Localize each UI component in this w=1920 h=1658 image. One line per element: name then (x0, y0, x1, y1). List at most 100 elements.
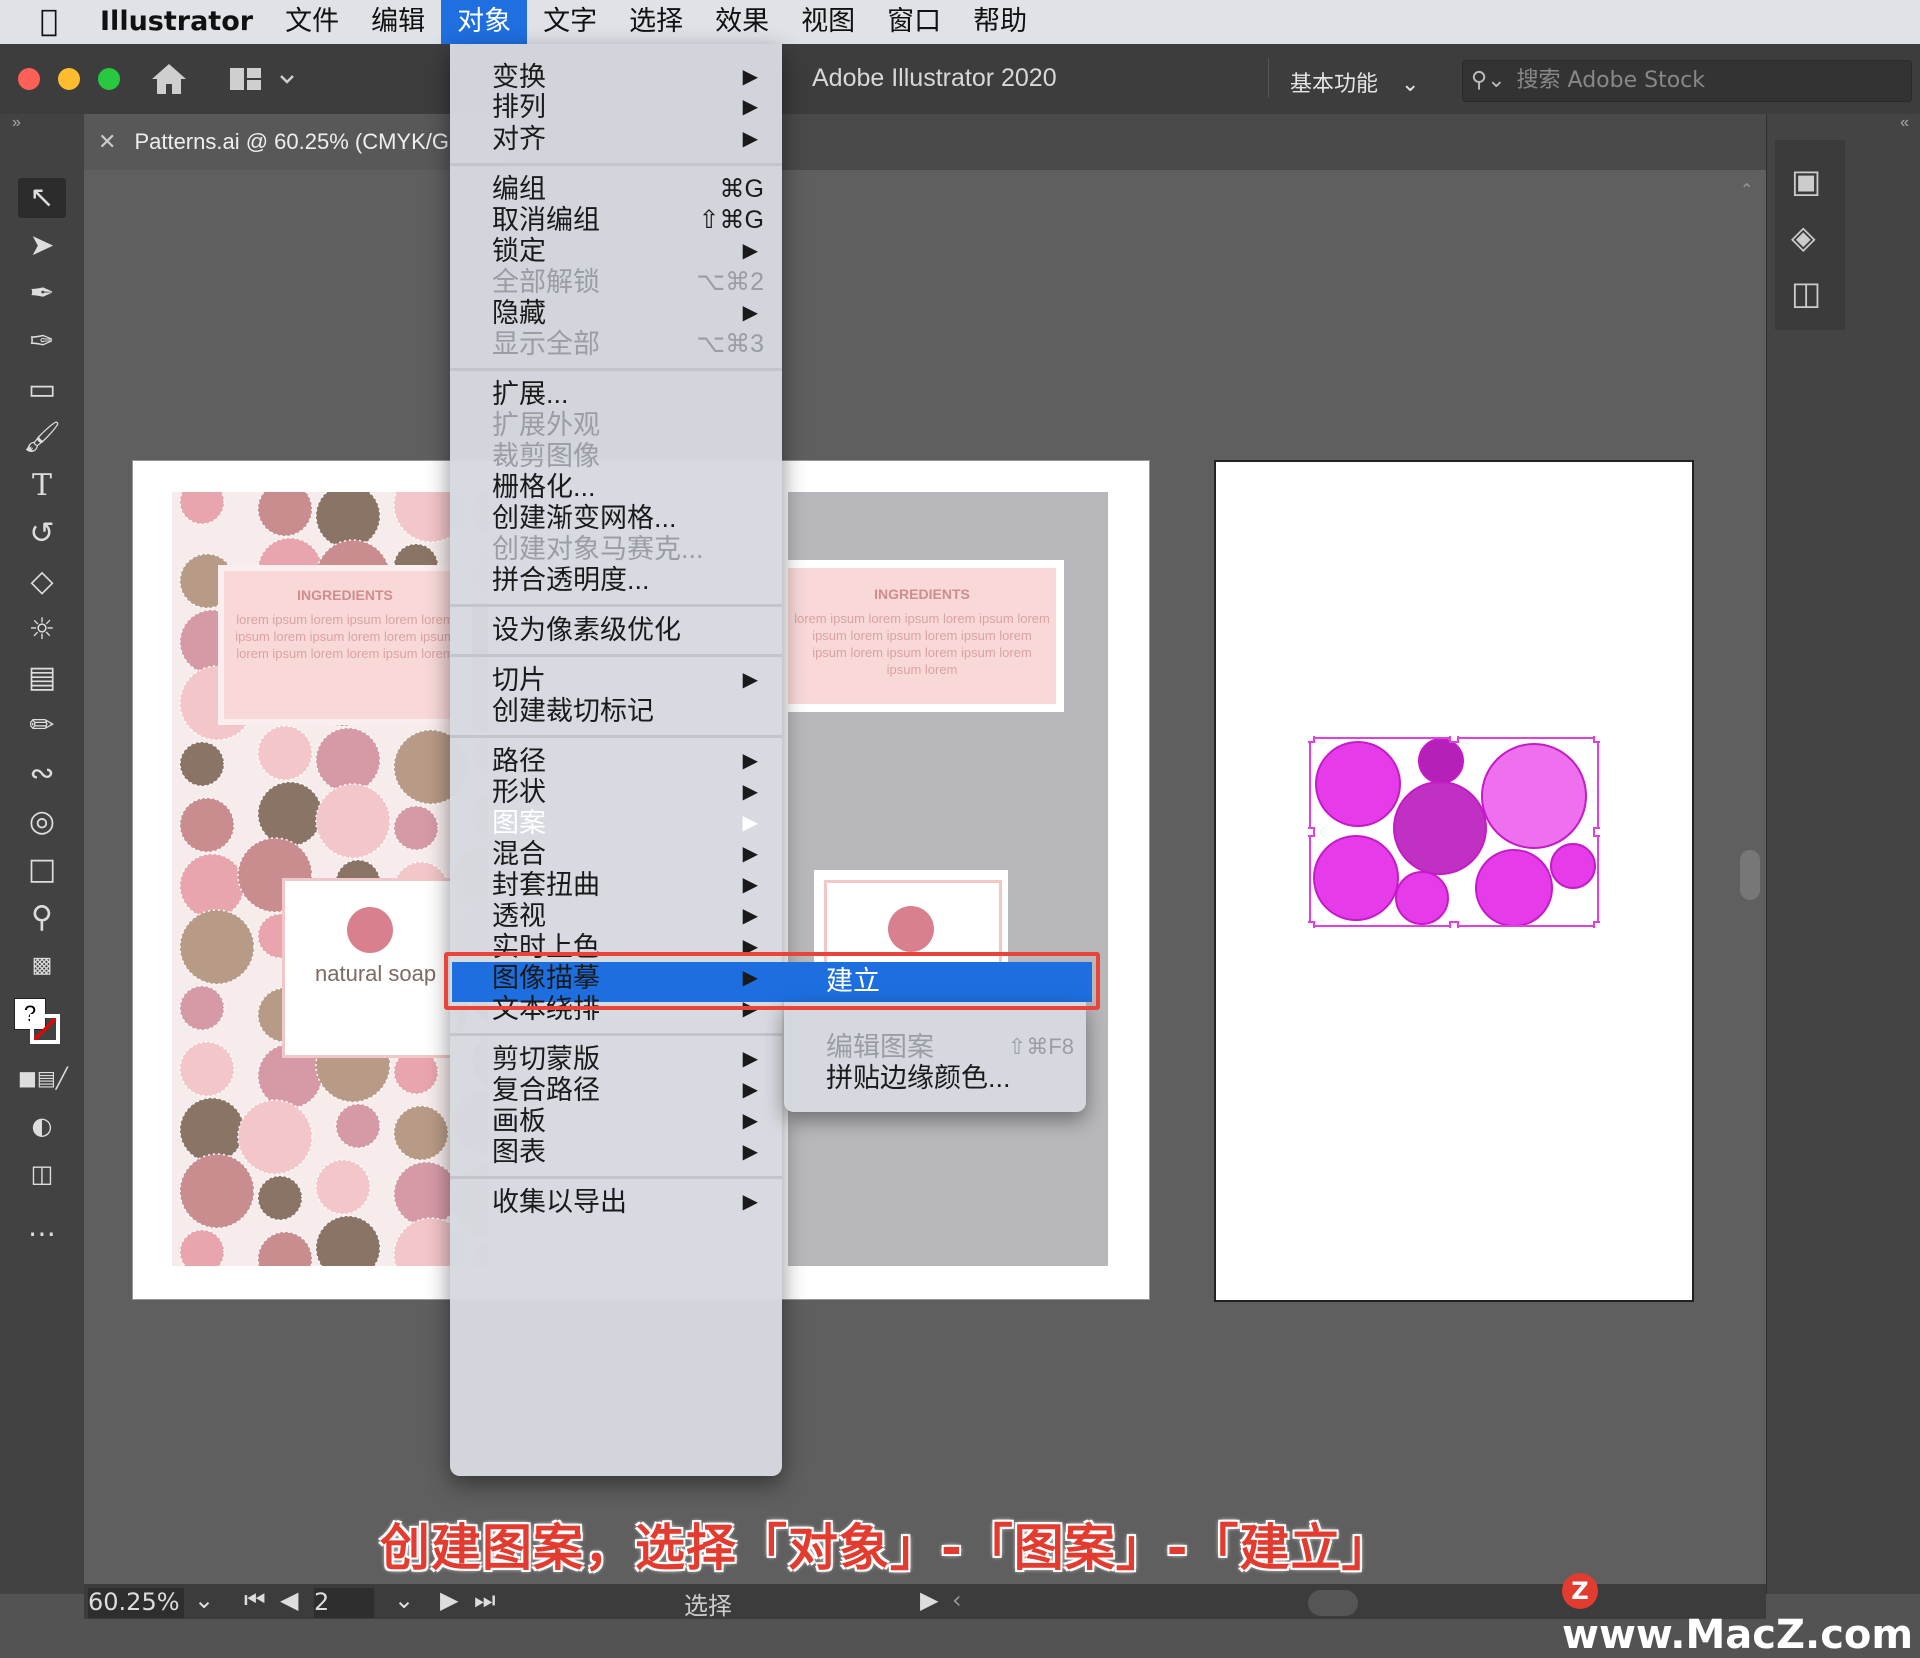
scroll-left-icon[interactable]: ‹ (952, 1586, 962, 1614)
more-tools-icon[interactable]: ⋯ (18, 1214, 66, 1254)
menu-window[interactable]: 窗口 (871, 0, 957, 44)
menu-item-label: 图表 (492, 1137, 546, 1167)
menu-effect[interactable]: 效果 (699, 0, 785, 44)
screen-mode-icon[interactable]: ◫ (18, 1154, 66, 1194)
warp-tool-icon[interactable]: ☼ (18, 610, 66, 650)
blend-tool-icon[interactable]: ∾ (18, 754, 66, 794)
menu-help[interactable]: 帮助 (957, 0, 1043, 44)
scroll-thumb[interactable] (1740, 850, 1760, 900)
object-menu-item[interactable]: 对齐 ▶ (450, 120, 782, 158)
object-menu-item[interactable]: 创建裁切标记 (450, 692, 782, 730)
menu-separator (450, 1176, 782, 1179)
menu-object[interactable]: 对象 (441, 0, 528, 44)
callout-highlight-box (444, 952, 1100, 1010)
app-menu[interactable]: Illustrator (76, 0, 269, 44)
artboard-number-field[interactable]: 2 (314, 1588, 374, 1618)
pattern-flower (179, 741, 225, 787)
submenu-arrow-icon: ▶ (742, 1141, 758, 1163)
swap-fill-stroke-icon[interactable]: ▩ (18, 946, 66, 986)
first-artboard-icon[interactable]: ⏮ (244, 1586, 266, 1614)
menu-view[interactable]: 视图 (785, 0, 871, 44)
shape-builder-tool-icon[interactable]: ◎ (18, 802, 66, 842)
pattern-flower (315, 783, 391, 859)
workspace-label: 基本功能 (1290, 72, 1379, 97)
menu-item-label: 显示全部 (492, 329, 600, 359)
pattern-flower (179, 985, 225, 1031)
pattern-flower (237, 1099, 313, 1175)
arrange-documents-icon[interactable] (228, 64, 298, 94)
scroll-up-icon[interactable]: ⌃ (1740, 180, 1753, 200)
pattern-flower (179, 1153, 255, 1229)
stock-search-field[interactable]: ⚲⌄ 搜索 Adobe Stock (1462, 60, 1912, 102)
close-icon[interactable]: ✕ (98, 129, 116, 154)
previous-artboard-icon[interactable]: ◀ (280, 1586, 298, 1614)
right-panel-dock: « (1766, 114, 1920, 1594)
pattern-flower (179, 1229, 225, 1266)
pattern-submenu-item[interactable]: 拼贴边缘颜色... (784, 1059, 1086, 1097)
menu-item-label: 拼贴边缘颜色... (826, 1063, 1011, 1093)
home-icon[interactable] (150, 62, 188, 96)
vertical-scrollbar[interactable]: ⌃ (1740, 180, 1760, 1570)
pattern-flower (179, 1097, 245, 1163)
chevron-down-icon[interactable]: ⌄ (194, 1586, 214, 1614)
pattern-flower (257, 1231, 313, 1266)
gradient-tool-icon[interactable]: ▤ (18, 658, 66, 698)
collapse-panel-icon[interactable]: « (1900, 114, 1909, 132)
pattern-flower (257, 781, 323, 847)
workspace-switcher[interactable]: 基本功能 ⌄ (1290, 66, 1419, 98)
direct-selection-tool-icon[interactable]: ➤ (18, 226, 66, 266)
selected-pattern-artwork[interactable] (1305, 733, 1603, 931)
apple-icon[interactable]:  (0, 0, 76, 44)
menu-item-shortcut: ⌥⌘3 (696, 330, 764, 358)
collapse-panel-icon[interactable]: » (12, 114, 21, 132)
document-tab[interactable]: ✕ Patterns.ai @ 60.25% (CMYK/G (84, 114, 504, 170)
pen-tool-icon[interactable]: ✒ (18, 274, 66, 314)
object-menu-item[interactable]: 拼合透明度... (450, 561, 782, 599)
rotate-tool-icon[interactable]: ↺ (18, 514, 66, 554)
object-menu-item[interactable]: 图表 ▶ (450, 1133, 782, 1171)
menu-type[interactable]: 文字 (527, 0, 613, 44)
close-window-button[interactable] (18, 68, 40, 90)
type-tool-icon[interactable]: T (18, 466, 66, 506)
curvature-tool-icon[interactable]: ✑ (18, 322, 66, 362)
menu-item-label: 设为像素级优化 (492, 615, 681, 645)
pattern-flower (335, 1103, 381, 1149)
properties-panel-icon[interactable]: ▣ (1791, 162, 1821, 200)
zoom-tool-icon[interactable]: ⚲ (18, 898, 66, 938)
eyedropper-tool-icon[interactable]: ✏ (18, 706, 66, 746)
current-tool-label[interactable]: 选择 (684, 1586, 732, 1621)
app-toolbar: Adobe Illustrator 2020 基本功能 ⌄ ⚲⌄ 搜索 Adob… (0, 44, 1920, 115)
brand-label-box: natural soap (282, 878, 458, 1058)
status-menu-arrow-icon[interactable]: ▶ (920, 1586, 938, 1614)
zoom-window-button[interactable] (98, 68, 120, 90)
libraries-panel-icon[interactable]: ◫ (1791, 274, 1821, 312)
draw-mode-icon[interactable]: ◐ (18, 1106, 66, 1146)
tutorial-caption: 创建图案，选择「对象」-「图案」-「建立」 (380, 1519, 1393, 1577)
object-menu-item[interactable]: 收集以导出 ▶ (450, 1183, 782, 1221)
stroke-swatch[interactable] (30, 1014, 60, 1044)
menu-select[interactable]: 选择 (613, 0, 699, 44)
artboard-tool-icon[interactable]: □ (18, 850, 66, 890)
object-menu-item[interactable]: 设为像素级优化 (450, 611, 782, 649)
horizontal-scroll-thumb[interactable] (1308, 1590, 1358, 1616)
pattern-flower (179, 1041, 235, 1097)
last-artboard-icon[interactable]: ⏭ (474, 1586, 496, 1614)
chevron-down-icon[interactable]: ⌄ (394, 1586, 414, 1614)
eraser-tool-icon[interactable]: ◇ (18, 562, 66, 602)
pattern-flower (179, 492, 225, 525)
selection-tool-icon[interactable]: ↖ (18, 178, 66, 218)
menu-edit[interactable]: 编辑 (355, 0, 441, 44)
layers-panel-icon[interactable]: ◈ (1791, 218, 1816, 256)
menu-separator (450, 654, 782, 657)
zoom-field[interactable]: 60.25% (88, 1588, 184, 1618)
rectangle-tool-icon[interactable]: ▭ (18, 370, 66, 410)
minimize-window-button[interactable] (58, 68, 80, 90)
paintbrush-tool-icon[interactable]: 🖌 (18, 418, 66, 458)
window-title: Adobe Illustrator 2020 (812, 64, 1057, 92)
next-artboard-icon[interactable]: ▶ (440, 1586, 458, 1614)
color-mode-icon[interactable]: ■▤╱ (18, 1058, 68, 1098)
menu-file[interactable]: 文件 (269, 0, 355, 44)
pattern-flower (257, 492, 313, 537)
stock-search-placeholder: 搜索 Adobe Stock (1516, 68, 1706, 93)
pattern-flower (315, 727, 381, 793)
